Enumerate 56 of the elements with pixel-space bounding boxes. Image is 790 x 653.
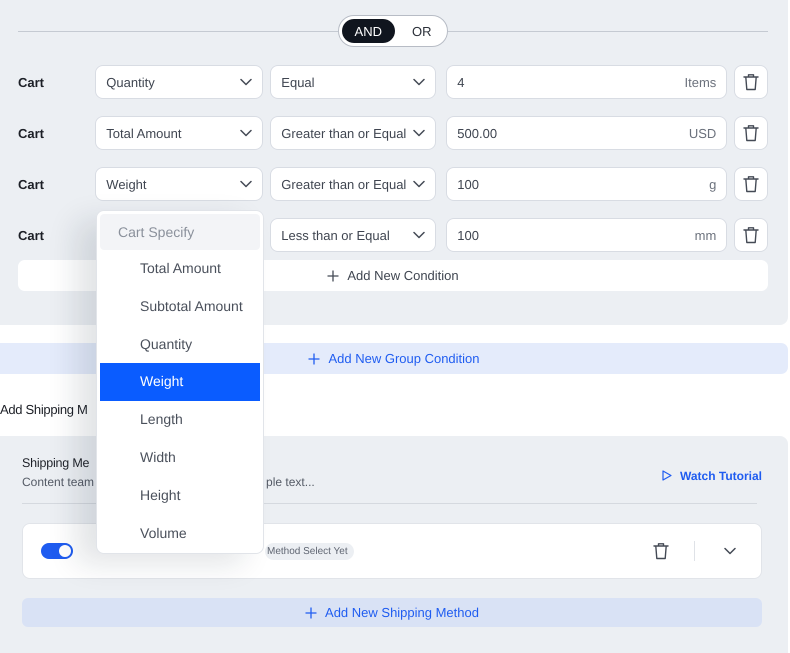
dropdown-header: Cart Specify: [100, 214, 260, 250]
status-badge: Method Select Yet: [265, 542, 354, 560]
trash-icon: [743, 226, 760, 244]
chevron-down-icon: [413, 78, 426, 86]
chevron-down-icon: [413, 129, 426, 137]
value-input[interactable]: 100 mm: [446, 218, 728, 252]
plus-icon: [327, 270, 340, 282]
dropdown-option[interactable]: Height: [100, 476, 260, 515]
dropdown-option[interactable]: Volume: [100, 514, 260, 552]
chevron-down-icon: [240, 78, 252, 86]
section-heading: Add Shipping M: [0, 402, 88, 419]
add-shipping-method-button[interactable]: Add New Shipping Method: [22, 598, 762, 627]
operator-select[interactable]: Less than or Equal: [270, 218, 436, 252]
play-icon: [662, 470, 672, 481]
condition-label: Cart: [18, 74, 46, 90]
operator-select[interactable]: Equal: [270, 65, 436, 99]
operator-select[interactable]: Greater than or Equal: [270, 167, 436, 201]
logic-option[interactable]: AND: [342, 19, 395, 43]
logic-option[interactable]: OR: [398, 19, 444, 43]
trash-icon: [653, 542, 669, 560]
delete-button[interactable]: [734, 218, 768, 252]
field-select[interactable]: Weight: [95, 167, 264, 201]
chevron-down-icon: [413, 180, 426, 188]
value-input[interactable]: 100 g: [446, 167, 728, 201]
description-text: ple text...: [266, 475, 315, 489]
trash-icon: [743, 124, 760, 142]
chevron-down-icon: [724, 547, 736, 555]
plus-icon: [305, 606, 318, 618]
unit-label: Items: [684, 74, 716, 90]
value-input[interactable]: 4 Items: [446, 65, 728, 99]
field-select[interactable]: Total Amount: [95, 116, 264, 150]
dropdown-option[interactable]: Length: [100, 401, 260, 439]
field-select[interactable]: Quantity: [95, 65, 264, 99]
unit-label: USD: [688, 126, 716, 140]
trash-icon: [743, 73, 760, 91]
trash-icon: [743, 175, 760, 193]
unit-label: mm: [694, 228, 716, 242]
dropdown-option[interactable]: Width: [100, 438, 260, 477]
description-text: Content team: [22, 475, 94, 489]
delete-button[interactable]: [734, 116, 768, 150]
chevron-down-icon: [240, 180, 252, 188]
delete-button[interactable]: [734, 65, 768, 99]
watch-tutorial-link[interactable]: Watch Tutorial: [662, 468, 762, 482]
value-input[interactable]: 500.00 USD: [446, 116, 728, 150]
toggle-switch[interactable]: [41, 543, 73, 559]
delete-button[interactable]: [734, 167, 768, 201]
condition-label: Cart: [18, 176, 46, 192]
chevron-down-icon: [413, 231, 426, 239]
unit-label: g: [709, 176, 716, 192]
condition-label: Cart: [18, 228, 46, 242]
plus-icon: [308, 352, 320, 364]
section-title: Shipping Me: [22, 456, 90, 470]
dropdown-option[interactable]: Weight: [100, 363, 260, 402]
condition-label: Cart: [18, 126, 46, 140]
operator-select[interactable]: Greater than or Equal: [270, 116, 436, 150]
chevron-down-icon: [240, 129, 252, 137]
